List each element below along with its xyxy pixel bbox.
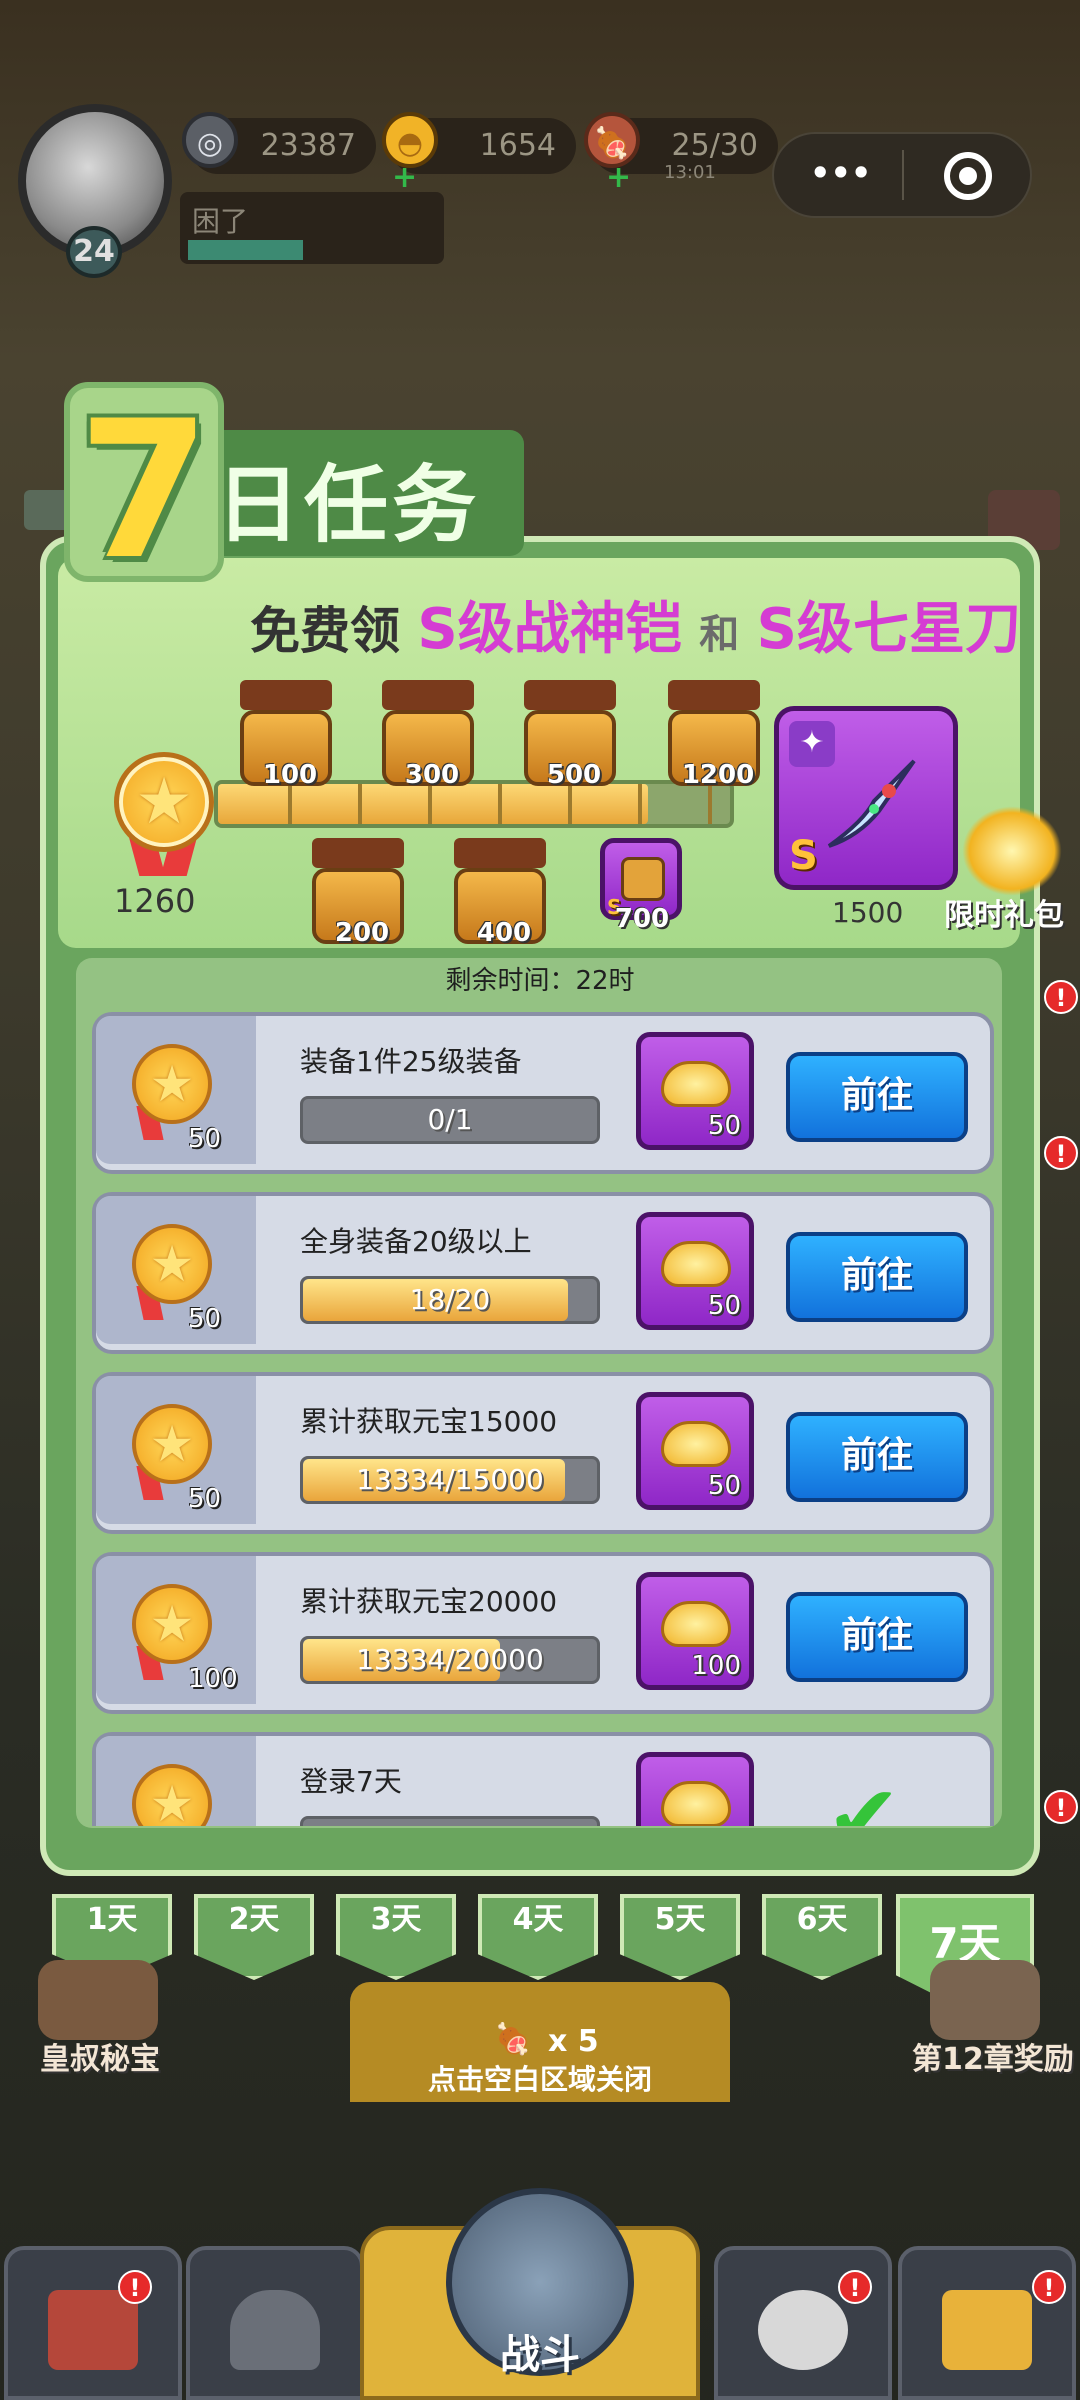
task-row: ★ 50 全身装备20级以上 18/20 50 前往 [92,1192,994,1354]
task-row: ★ 50 装备1件25级装备 0/1 50 前往 [92,1012,994,1174]
growth-icon [942,2290,1032,2370]
task-reward[interactable] [636,1752,754,1826]
task-title: 累计获取元宝15000 [300,1405,558,1438]
go-button[interactable]: 前往 [786,1412,968,1502]
battle-label: 战斗 [500,2332,580,2378]
bg-treasure-icon [38,1960,158,2040]
task-progress-text: 13334/20000 [356,1643,544,1676]
task-points: 50 [188,1124,222,1154]
alert-badge: ! [1032,2270,1066,2304]
task-title: 累计获取元宝20000 [300,1585,558,1618]
star-icon: ★ [149,1415,195,1473]
nav-pet-tab[interactable]: ! [714,2246,892,2400]
task-progress-text [300,1816,600,1826]
pet-icon [758,2290,848,2370]
reward-amount: 50 [707,1291,741,1321]
task-row: ★ 登录7天 ✔ [92,1732,994,1826]
task-title: 登录7天 [300,1765,402,1798]
go-button[interactable]: 前往 [786,1052,968,1142]
go-button[interactable]: 前往 [786,1232,968,1322]
task-points: 100 [188,1664,238,1694]
nav-growth-tab[interactable]: ! [898,2246,1076,2400]
completed-check-icon: ✔ [826,1766,902,1826]
star-icon: ★ [149,1775,195,1826]
gold-ingot-icon [661,1241,731,1287]
points-medal-icon: ★ [132,1224,212,1304]
bg-chapter-icon [930,1960,1040,2040]
star-icon: ★ [149,1595,195,1653]
task-points: 50 [188,1484,222,1514]
task-reward[interactable]: 50 [636,1212,754,1330]
task-points: 50 [188,1304,222,1334]
reward-amount: 50 [707,1111,741,1141]
cost-text: x 5 [548,2024,599,2059]
points-medal-icon: ★ [132,1584,212,1664]
points-medal-icon: ★ [132,1044,212,1124]
gold-ingot-icon [661,1421,731,1467]
day-tab-6[interactable]: 6天 [762,1894,882,1980]
task-title: 装备1件25级装备 [300,1045,522,1078]
day-tab-5[interactable]: 5天 [620,1894,740,1980]
reward-amount: 50 [707,1471,741,1501]
star-icon: ★ [149,1235,195,1293]
task-progress-text: 13334/15000 [356,1463,544,1496]
go-button[interactable]: 前往 [786,1592,968,1682]
close-hint[interactable]: 点击空白区域关闭 [0,2058,1080,2098]
points-medal-icon: ★ [132,1404,212,1484]
task-row: ★ 100 累计获取元宝20000 13334/20000 100 前往 [92,1552,994,1714]
points-medal-icon: ★ [132,1764,212,1826]
task-reward[interactable]: 50 [636,1032,754,1150]
day-tab-2[interactable]: 2天 [194,1894,314,1980]
alert-badge: ! [838,2270,872,2304]
gold-ingot-icon [661,1601,731,1647]
task-progress-text: 0/1 [427,1103,473,1136]
shop-icon [48,2290,138,2370]
task-reward[interactable]: 100 [636,1572,754,1690]
day-tab-3[interactable]: 3天 [336,1894,456,1980]
nav-equipment-tab[interactable] [186,2246,364,2400]
meat-icon: 🍖 [494,2022,532,2057]
task-reward[interactable]: 50 [636,1392,754,1510]
task-row: ★ 50 累计获取元宝15000 13334/15000 50 前往 [92,1372,994,1534]
task-progress-text: 18/20 [409,1283,491,1316]
nav-shop-tab[interactable]: ! [4,2246,182,2400]
star-icon: ★ [149,1055,195,1113]
day-tab-4[interactable]: 4天 [478,1894,598,1980]
reward-amount: 100 [691,1651,741,1681]
helmet-icon [230,2290,320,2370]
alert-badge: ! [118,2270,152,2304]
gold-ingot-icon [661,1781,731,1826]
task-list-viewport[interactable]: ★ 50 装备1件25级装备 0/1 50 前往 ★ 50 全身装备20级以上 18/20… [0,0,1080,1826]
task-title: 全身装备20级以上 [300,1225,532,1258]
gold-ingot-icon [661,1061,731,1107]
